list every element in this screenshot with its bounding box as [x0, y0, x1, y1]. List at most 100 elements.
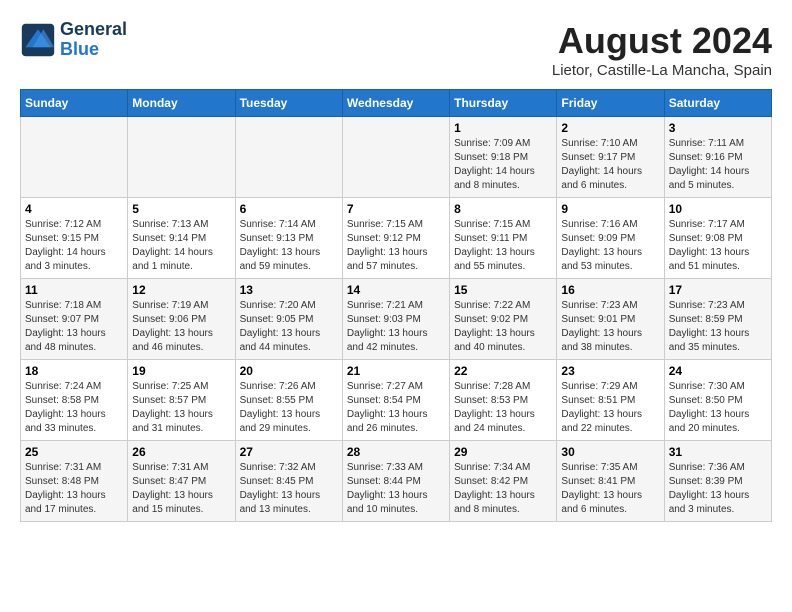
logo-icon: [20, 22, 56, 58]
day-number: 2: [561, 121, 659, 135]
day-number: 28: [347, 445, 445, 459]
calendar-cell: 16 Sunrise: 7:23 AM Sunset: 9:01 PM Dayli…: [557, 279, 664, 360]
calendar-cell: 17 Sunrise: 7:23 AM Sunset: 8:59 PM Dayli…: [664, 279, 771, 360]
day-info: Sunrise: 7:10 AM Sunset: 9:17 PM Dayligh…: [561, 137, 659, 193]
calendar-cell: 6Sunrise: 7:14 AM Sunset: 9:13 PM Daylig…: [235, 198, 342, 279]
weekday-header-saturday: Saturday: [664, 90, 771, 117]
day-number: 30: [561, 445, 659, 459]
day-number: 24: [669, 364, 767, 378]
day-number: 20: [240, 364, 338, 378]
calendar-week-row: 18 Sunrise: 7:24 AM Sunset: 8:58 PM Dayli…: [21, 360, 772, 441]
day-number: 5: [132, 202, 230, 216]
weekday-header-tuesday: Tuesday: [235, 90, 342, 117]
day-info: Sunrise: 7:17 AM Sunset: 9:08 PM Dayligh…: [669, 218, 767, 274]
calendar-cell: 5 Sunrise: 7:13 AM Sunset: 9:14 PM Daylig…: [128, 198, 235, 279]
logo-line2: Blue: [60, 40, 127, 60]
weekday-header-friday: Friday: [557, 90, 664, 117]
day-info: Sunrise: 7:18 AM Sunset: 9:07 PM Dayligh…: [25, 299, 123, 355]
calendar-cell: 3 Sunrise: 7:11 AM Sunset: 9:16 PM Daylig…: [664, 117, 771, 198]
day-number: 8: [454, 202, 552, 216]
day-number: 27: [240, 445, 338, 459]
calendar-cell: 9 Sunrise: 7:16 AM Sunset: 9:09 PM Daylig…: [557, 198, 664, 279]
month-year: August 2024: [552, 20, 772, 62]
weekday-header-thursday: Thursday: [450, 90, 557, 117]
calendar-cell: 8 Sunrise: 7:15 AM Sunset: 9:11 PM Daylig…: [450, 198, 557, 279]
day-number: 3: [669, 121, 767, 135]
calendar-cell: 14Sunrise: 7:21 AM Sunset: 9:03 PM Dayli…: [342, 279, 449, 360]
day-number: 21: [347, 364, 445, 378]
calendar-cell: 28 Sunrise: 7:33 AM Sunset: 8:44 PM Dayli…: [342, 441, 449, 522]
day-info: Sunrise: 7:35 AM Sunset: 8:41 PM Dayligh…: [561, 461, 659, 517]
day-info: Sunrise: 7:16 AM Sunset: 9:09 PM Dayligh…: [561, 218, 659, 274]
weekday-header-row: SundayMondayTuesdayWednesdayThursdayFrid…: [21, 90, 772, 117]
title-area: August 2024 Lietor, Castille-La Mancha, …: [552, 20, 772, 79]
calendar-cell: 27 Sunrise: 7:32 AM Sunset: 8:45 PM Dayli…: [235, 441, 342, 522]
day-info: Sunrise: 7:31 AM Sunset: 8:47 PM Dayligh…: [132, 461, 230, 517]
calendar-cell: 19 Sunrise: 7:25 AM Sunset: 8:57 PM Dayli…: [128, 360, 235, 441]
day-info: Sunrise: 7:11 AM Sunset: 9:16 PM Dayligh…: [669, 137, 767, 193]
calendar-cell: 13Sunrise: 7:20 AM Sunset: 9:05 PM Dayli…: [235, 279, 342, 360]
day-info: Sunrise: 7:34 AM Sunset: 8:42 PM Dayligh…: [454, 461, 552, 517]
calendar-cell: 29 Sunrise: 7:34 AM Sunset: 8:42 PM Dayli…: [450, 441, 557, 522]
calendar-cell: 25 Sunrise: 7:31 AM Sunset: 8:48 PM Dayli…: [21, 441, 128, 522]
weekday-header-sunday: Sunday: [21, 90, 128, 117]
day-info: Sunrise: 7:22 AM Sunset: 9:02 PM Dayligh…: [454, 299, 552, 355]
weekday-header-wednesday: Wednesday: [342, 90, 449, 117]
day-info: Sunrise: 7:25 AM Sunset: 8:57 PM Dayligh…: [132, 380, 230, 436]
day-info: Sunrise: 7:31 AM Sunset: 8:48 PM Dayligh…: [25, 461, 123, 517]
day-info: Sunrise: 7:23 AM Sunset: 8:59 PM Dayligh…: [669, 299, 767, 355]
day-number: 18: [25, 364, 123, 378]
logo-line1: General: [60, 20, 127, 40]
day-number: 25: [25, 445, 123, 459]
day-number: 19: [132, 364, 230, 378]
page-header: General Blue August 2024 Lietor, Castill…: [20, 20, 772, 79]
calendar-cell: 12 Sunrise: 7:19 AM Sunset: 9:06 PM Dayli…: [128, 279, 235, 360]
calendar-cell: 26 Sunrise: 7:31 AM Sunset: 8:47 PM Dayli…: [128, 441, 235, 522]
day-number: 17: [669, 283, 767, 297]
day-info: Sunrise: 7:15 AM Sunset: 9:11 PM Dayligh…: [454, 218, 552, 274]
calendar-cell: 21Sunrise: 7:27 AM Sunset: 8:54 PM Dayli…: [342, 360, 449, 441]
day-info: Sunrise: 7:32 AM Sunset: 8:45 PM Dayligh…: [240, 461, 338, 517]
calendar-cell: 10 Sunrise: 7:17 AM Sunset: 9:08 PM Dayli…: [664, 198, 771, 279]
calendar-header: SundayMondayTuesdayWednesdayThursdayFrid…: [21, 90, 772, 117]
day-info: Sunrise: 7:09 AM Sunset: 9:18 PM Dayligh…: [454, 137, 552, 193]
day-number: 23: [561, 364, 659, 378]
day-info: Sunrise: 7:19 AM Sunset: 9:06 PM Dayligh…: [132, 299, 230, 355]
calendar-week-row: 4 Sunrise: 7:12 AM Sunset: 9:15 PM Daylig…: [21, 198, 772, 279]
day-info: Sunrise: 7:30 AM Sunset: 8:50 PM Dayligh…: [669, 380, 767, 436]
day-number: 4: [25, 202, 123, 216]
calendar-cell: 23Sunrise: 7:29 AM Sunset: 8:51 PM Dayli…: [557, 360, 664, 441]
calendar-week-row: 11Sunrise: 7:18 AM Sunset: 9:07 PM Dayli…: [21, 279, 772, 360]
calendar-cell: 4 Sunrise: 7:12 AM Sunset: 9:15 PM Daylig…: [21, 198, 128, 279]
calendar-body: 1Sunrise: 7:09 AM Sunset: 9:18 PM Daylig…: [21, 117, 772, 522]
day-info: Sunrise: 7:36 AM Sunset: 8:39 PM Dayligh…: [669, 461, 767, 517]
calendar-cell: 24 Sunrise: 7:30 AM Sunset: 8:50 PM Dayli…: [664, 360, 771, 441]
day-number: 9: [561, 202, 659, 216]
calendar-cell: 22 Sunrise: 7:28 AM Sunset: 8:53 PM Dayli…: [450, 360, 557, 441]
calendar-cell: [21, 117, 128, 198]
day-number: 15: [454, 283, 552, 297]
calendar-cell: 2 Sunrise: 7:10 AM Sunset: 9:17 PM Daylig…: [557, 117, 664, 198]
calendar-cell: 1Sunrise: 7:09 AM Sunset: 9:18 PM Daylig…: [450, 117, 557, 198]
calendar-cell: [235, 117, 342, 198]
day-number: 26: [132, 445, 230, 459]
weekday-header-monday: Monday: [128, 90, 235, 117]
day-info: Sunrise: 7:13 AM Sunset: 9:14 PM Dayligh…: [132, 218, 230, 274]
day-info: Sunrise: 7:15 AM Sunset: 9:12 PM Dayligh…: [347, 218, 445, 274]
day-number: 16: [561, 283, 659, 297]
calendar-cell: 15 Sunrise: 7:22 AM Sunset: 9:02 PM Dayli…: [450, 279, 557, 360]
calendar-cell: 20Sunrise: 7:26 AM Sunset: 8:55 PM Dayli…: [235, 360, 342, 441]
day-info: Sunrise: 7:28 AM Sunset: 8:53 PM Dayligh…: [454, 380, 552, 436]
day-info: Sunrise: 7:23 AM Sunset: 9:01 PM Dayligh…: [561, 299, 659, 355]
day-number: 10: [669, 202, 767, 216]
day-info: Sunrise: 7:24 AM Sunset: 8:58 PM Dayligh…: [25, 380, 123, 436]
day-number: 7: [347, 202, 445, 216]
day-number: 12: [132, 283, 230, 297]
day-number: 31: [669, 445, 767, 459]
day-info: Sunrise: 7:33 AM Sunset: 8:44 PM Dayligh…: [347, 461, 445, 517]
calendar-week-row: 25 Sunrise: 7:31 AM Sunset: 8:48 PM Dayli…: [21, 441, 772, 522]
day-number: 14: [347, 283, 445, 297]
day-info: Sunrise: 7:12 AM Sunset: 9:15 PM Dayligh…: [25, 218, 123, 274]
day-number: 22: [454, 364, 552, 378]
day-number: 29: [454, 445, 552, 459]
